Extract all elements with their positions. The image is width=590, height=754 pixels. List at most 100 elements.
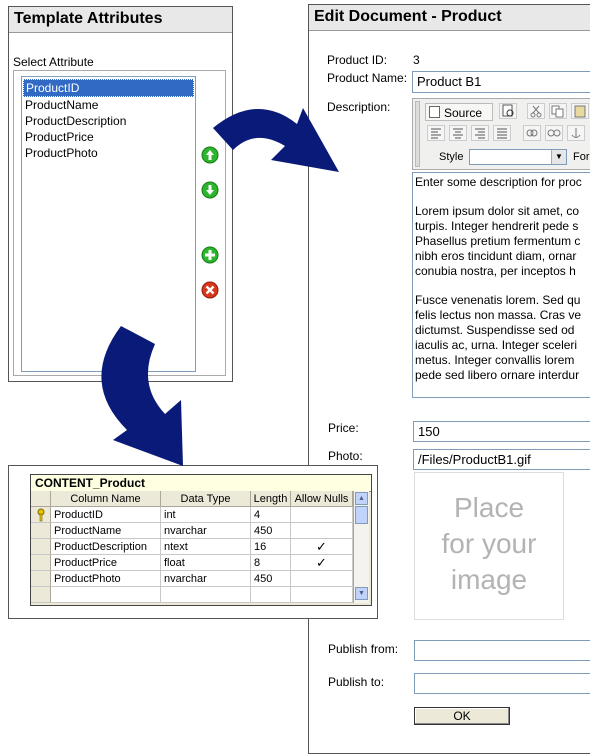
row-selector-header: [31, 491, 51, 507]
source-button[interactable]: Source: [425, 103, 493, 121]
paste-icon[interactable]: [571, 103, 589, 119]
description-line: iaculis ac, urna. Integer sceleri: [415, 338, 578, 352]
empty-cell: [31, 587, 51, 603]
publish-to-label: Publish to:: [328, 675, 385, 689]
description-paragraph: Fusce venenatis lorem. Sed qu felis lectu…: [415, 293, 590, 383]
table-cell: ProductID: [51, 507, 161, 523]
publish-to-input[interactable]: [414, 673, 590, 694]
description-line: dictumst. Suspendisse sed od: [415, 323, 575, 337]
description-line: nibh eros tincidunt diam, ornar: [415, 249, 577, 263]
column-header[interactable]: Allow Nulls: [291, 491, 353, 507]
placeholder-line: for your: [441, 528, 537, 559]
list-item[interactable]: ProductDescription: [23, 113, 194, 129]
format-label: Forr: [573, 151, 590, 163]
select-attribute-label: Select Attribute: [13, 55, 94, 69]
description-line: pede sed libero ornare interdur: [415, 368, 580, 382]
image-placeholder: Place for your image: [414, 472, 564, 620]
table-cell: nvarchar: [161, 523, 251, 539]
description-paragraph: Enter some description for proc: [415, 175, 590, 190]
publish-from-label: Publish from:: [328, 642, 399, 656]
table-row[interactable]: ProductDescription ntext 16 ✓: [31, 539, 353, 555]
justify-icon[interactable]: [493, 125, 511, 141]
table-row[interactable]: ProductName nvarchar 450: [31, 523, 353, 539]
table-cell: 4: [251, 507, 291, 523]
column-header[interactable]: Length: [251, 491, 291, 507]
photo-input[interactable]: /Files/ProductB1.gif: [413, 449, 590, 470]
table-cell: ProductDescription: [51, 539, 161, 555]
price-label: Price:: [328, 421, 359, 435]
table-row[interactable]: ProductPrice float 8 ✓: [31, 555, 353, 571]
product-name-label: Product Name:: [327, 71, 408, 85]
empty-cell: [51, 587, 161, 603]
link-icon[interactable]: [523, 125, 541, 141]
table-scrollbar[interactable]: ▲ ▼: [353, 491, 369, 603]
empty-table-row: [31, 587, 353, 603]
description-paragraph: Lorem ipsum dolor sit amet, co turpis. In…: [415, 204, 590, 279]
scroll-up-icon[interactable]: ▲: [355, 492, 368, 505]
remove-attribute-button[interactable]: [201, 281, 219, 299]
row-selector[interactable]: [31, 507, 51, 523]
empty-cell: [161, 587, 251, 603]
anchor-icon[interactable]: [567, 125, 585, 141]
table-cell: 8: [251, 555, 291, 571]
table-cell: 450: [251, 523, 291, 539]
list-item[interactable]: ProductPrice: [23, 129, 194, 145]
source-button-label: Source: [444, 106, 483, 120]
scroll-down-icon[interactable]: ▼: [355, 587, 368, 600]
description-line: Phasellus pretium fermentum c: [415, 234, 581, 248]
table-cell: float: [161, 555, 251, 571]
table-cell: int: [161, 507, 251, 523]
table-row[interactable]: ProductPhoto nvarchar 450: [31, 571, 353, 587]
column-header[interactable]: Data Type: [161, 491, 251, 507]
row-selector[interactable]: [31, 539, 51, 555]
table-row[interactable]: ProductID int 4: [31, 507, 353, 523]
align-center-icon[interactable]: [449, 125, 467, 141]
row-selector[interactable]: [31, 571, 51, 587]
column-header[interactable]: Column Name: [51, 491, 161, 507]
table-title: CONTENT_Product: [31, 475, 371, 492]
list-item[interactable]: ProductName: [23, 97, 194, 113]
table-cell: 450: [251, 571, 291, 587]
description-line: metus. Integer convallis lorem: [415, 353, 575, 367]
preview-icon[interactable]: [499, 103, 517, 119]
curved-arrow-icon: [101, 326, 183, 466]
allow-nulls-cell: [291, 507, 353, 523]
description-line: Lorem ipsum dolor sit amet, co: [415, 204, 580, 218]
table-cell: ProductPrice: [51, 555, 161, 571]
price-input[interactable]: 150: [413, 421, 590, 442]
toolbar-collapse-handle[interactable]: [415, 101, 420, 167]
publish-from-input[interactable]: [414, 640, 590, 661]
placeholder-line: image: [450, 564, 528, 595]
ok-button[interactable]: OK: [414, 707, 510, 725]
list-item[interactable]: ProductPhoto: [23, 145, 194, 161]
table-cell: 16: [251, 539, 291, 555]
allow-nulls-cell: [291, 523, 353, 539]
product-id-value: 3: [413, 53, 420, 67]
edit-document-title: Edit Document - Product: [309, 5, 590, 31]
row-selector[interactable]: [31, 555, 51, 571]
chevron-down-icon: ▼: [551, 150, 566, 164]
cut-icon[interactable]: [527, 103, 545, 119]
table-cell: ProductName: [51, 523, 161, 539]
scroll-thumb[interactable]: [355, 506, 368, 524]
allow-nulls-cell: ✓: [291, 555, 353, 571]
source-icon: [429, 106, 440, 118]
product-name-input[interactable]: Product B1: [412, 71, 590, 93]
list-item[interactable]: ProductID: [23, 79, 194, 97]
align-right-icon[interactable]: [471, 125, 489, 141]
content-product-table: CONTENT_Product Column Name Data Type Le…: [30, 474, 372, 606]
key-icon: [35, 508, 47, 522]
curved-arrow-icon: [213, 108, 339, 172]
align-left-icon[interactable]: [427, 125, 445, 141]
product-id-label: Product ID:: [327, 53, 388, 67]
description-editor[interactable]: Enter some description for proc Lorem ips…: [412, 172, 590, 398]
allow-nulls-cell: [291, 571, 353, 587]
table-cell: ntext: [161, 539, 251, 555]
add-attribute-button[interactable]: [201, 246, 219, 264]
table-header: Column Name Data Type Length Allow Nulls: [31, 491, 371, 507]
delete-icon: [201, 281, 219, 299]
style-select[interactable]: ▼: [469, 149, 567, 165]
unlink-icon[interactable]: [545, 125, 563, 141]
row-selector[interactable]: [31, 523, 51, 539]
copy-icon[interactable]: [549, 103, 567, 119]
